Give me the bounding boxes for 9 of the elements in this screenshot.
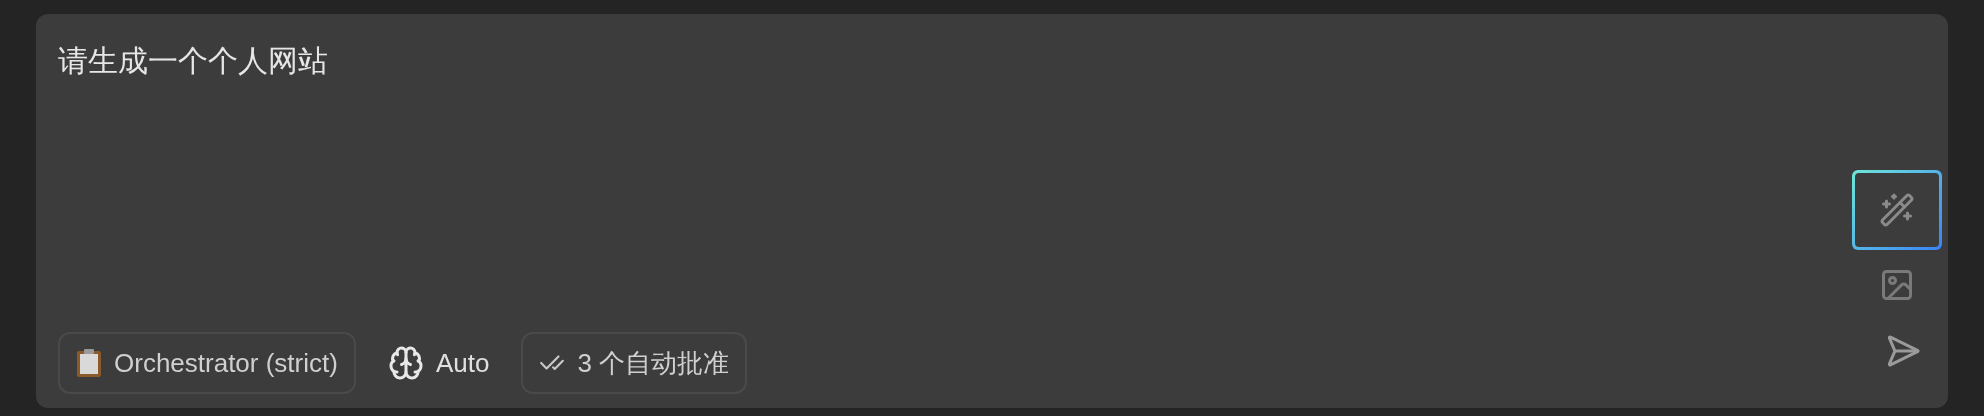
chat-input-field[interactable]: 请生成一个个人网站 Orchestrator (strict) Auto 3 个自动批准 bbox=[36, 14, 1948, 408]
enhance-prompt-button[interactable] bbox=[1852, 170, 1942, 250]
model-selector[interactable]: Auto bbox=[371, 332, 506, 394]
clipboard-icon bbox=[76, 348, 102, 378]
magic-wand-icon bbox=[1879, 192, 1915, 228]
auto-approve-button[interactable]: 3 个自动批准 bbox=[521, 332, 748, 394]
brain-icon bbox=[387, 345, 424, 381]
mode-selector[interactable]: Orchestrator (strict) bbox=[58, 332, 356, 394]
image-icon bbox=[1879, 267, 1915, 303]
